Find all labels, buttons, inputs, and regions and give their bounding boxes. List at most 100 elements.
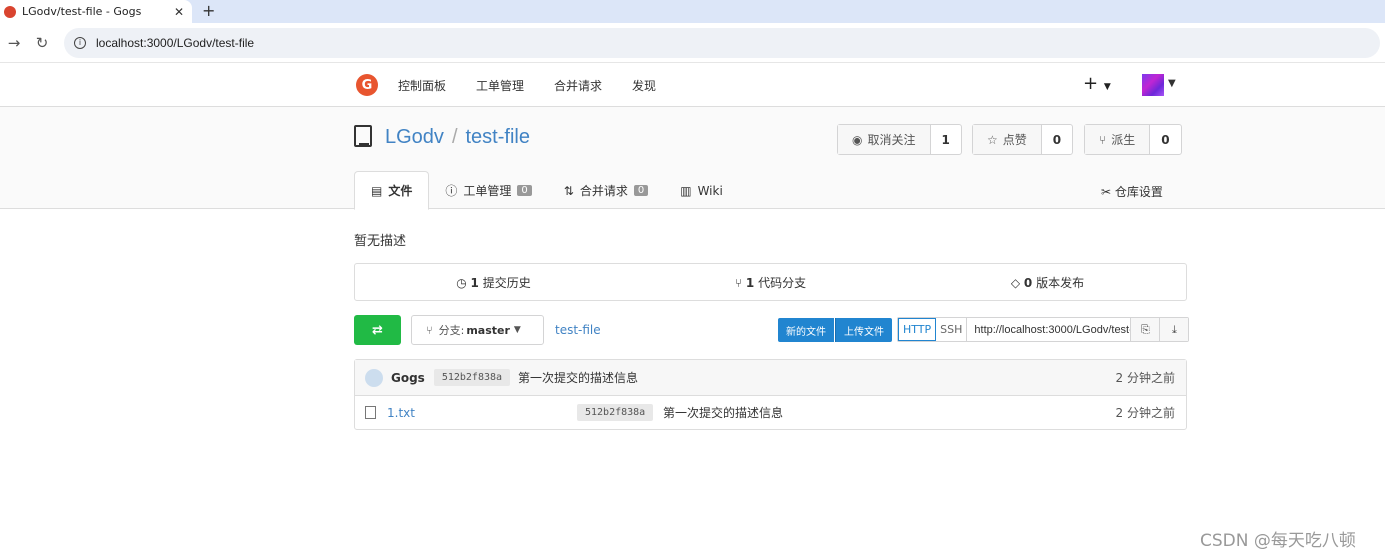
branch-name: master: [466, 323, 510, 337]
avatar[interactable]: [1142, 74, 1164, 96]
watermark: CSDN @每天吃八顿: [1200, 531, 1356, 551]
browser-toolbar: → ↻ i localhost:3000/LGodv/test-file: [0, 23, 1385, 63]
breadcrumb[interactable]: test-file: [555, 323, 601, 337]
unwatch-button-group: ◉ 取消关注 1: [837, 124, 962, 155]
repo-settings-link[interactable]: ✂ 仓库设置: [1101, 183, 1163, 200]
file-name-link[interactable]: 1.txt: [387, 406, 415, 420]
repo-owner-link[interactable]: LGodv: [385, 126, 444, 148]
star-count[interactable]: 0: [1042, 125, 1072, 154]
clone-panel: HTTP SSH http://localhost:3000/LGodv/tes…: [897, 317, 1190, 342]
fork-button[interactable]: ⑂ 派生: [1085, 125, 1151, 154]
pulls-count-badge: 0: [633, 185, 649, 196]
forward-icon[interactable]: →: [0, 34, 28, 52]
tab-issues-label: 工单管理: [463, 184, 512, 198]
commit-sha[interactable]: 512b2f838a: [433, 369, 511, 386]
download-icon[interactable]: ⤓: [1159, 318, 1189, 341]
fork-count[interactable]: 0: [1150, 125, 1180, 154]
issues-count-badge: 0: [517, 185, 532, 196]
repo-header: LGodv / test-file ◉ 取消关注 1 ☆ 点赞 0 ⑂ 派生 0 ▤ 文件…: [0, 107, 1385, 210]
branch-icon: ⑂: [734, 275, 743, 290]
info-circle-icon: ⓘ: [445, 184, 458, 198]
wrench-icon: ✂: [1101, 185, 1112, 199]
repo-tabs: ▤ 文件 ⓘ 工单管理 0 ⇅ 合并请求 0 ▥ Wiki: [354, 171, 739, 210]
eye-icon: ◉: [852, 132, 863, 147]
watch-count[interactable]: 1: [931, 125, 961, 154]
copy-icon[interactable]: ⎘: [1130, 318, 1160, 341]
commits-stat[interactable]: ◷ 1 提交历史: [355, 274, 632, 291]
branches-label: 代码分支: [758, 275, 807, 290]
repo-name-link[interactable]: test-file: [466, 126, 530, 148]
commit-message[interactable]: 第一次提交的描述信息: [518, 369, 638, 386]
tag-icon: ◇: [1010, 275, 1021, 290]
chevron-down-icon: ▼: [1103, 82, 1111, 92]
upload-file-button[interactable]: 上传文件: [835, 318, 892, 342]
star-button[interactable]: ☆ 点赞: [973, 125, 1042, 154]
gogs-favicon-icon: [4, 5, 16, 18]
plus-icon: +: [1083, 73, 1099, 94]
branches-count: 1: [745, 275, 755, 290]
tab-pulls-label: 合并请求: [579, 184, 628, 198]
tab-wiki[interactable]: ▥ Wiki: [664, 171, 739, 210]
tab-pulls[interactable]: ⇅ 合并请求 0: [548, 171, 664, 210]
file-commit-time: 2 分钟之前: [1115, 406, 1175, 420]
address-bar[interactable]: i localhost:3000/LGodv/test-file: [64, 27, 1380, 58]
latest-commit-row: Gogs 512b2f838a 第一次提交的描述信息 2 分钟之前: [355, 360, 1186, 396]
compare-button[interactable]: ⇄: [354, 315, 401, 345]
nav-issues[interactable]: 工单管理: [476, 77, 524, 94]
repo-book-icon: [354, 125, 372, 147]
branch-prefix: 分支:: [438, 324, 465, 337]
repo-settings-label: 仓库设置: [1114, 185, 1163, 199]
branch-dropdown[interactable]: ⑂ 分支: master ▼: [411, 315, 544, 345]
file-icon: [365, 406, 376, 419]
file-commit-message[interactable]: 第一次提交的描述信息: [663, 404, 783, 421]
unwatch-button[interactable]: ◉ 取消关注: [838, 125, 931, 154]
book-icon: ▥: [680, 183, 692, 198]
repo-title: LGodv / test-file: [385, 126, 530, 149]
main-nav: 控制面板 工单管理 合并请求 发现: [398, 77, 656, 94]
new-file-button[interactable]: 新的文件: [778, 318, 834, 342]
app-header: G 控制面板 工单管理 合并请求 发现 + ▼ ▼: [0, 63, 1385, 107]
site-info-icon[interactable]: i: [74, 36, 86, 49]
fork-icon: ⑂: [1099, 132, 1107, 147]
commit-author[interactable]: Gogs: [391, 371, 425, 385]
branches-stat[interactable]: ⑂ 1 代码分支: [632, 274, 909, 291]
file-commit-sha[interactable]: 512b2f838a: [577, 404, 654, 421]
branch-icon: ⑂: [426, 323, 433, 337]
clone-url-input[interactable]: http://localhost:3000/LGodv/test-file.gi…: [967, 318, 1130, 341]
browser-tabstrip: LGodv/test-file - Gogs ✕ +: [0, 0, 1385, 23]
browser-tab[interactable]: LGodv/test-file - Gogs ✕: [0, 0, 192, 23]
nav-pulls[interactable]: 合并请求: [554, 77, 602, 94]
table-row: 1.txt 512b2f838a 第一次提交的描述信息 2 分钟之前: [355, 396, 1186, 429]
close-icon[interactable]: ✕: [174, 5, 184, 19]
releases-label: 版本发布: [1036, 275, 1085, 290]
ssh-clone-button[interactable]: SSH: [936, 318, 968, 341]
gogs-logo-icon[interactable]: G: [356, 74, 378, 96]
nav-explore[interactable]: 发现: [632, 77, 656, 94]
commit-time: 2 分钟之前: [1115, 371, 1175, 385]
tab-issues[interactable]: ⓘ 工单管理 0: [429, 171, 547, 210]
unwatch-label: 取消关注: [867, 133, 916, 147]
releases-count: 0: [1023, 275, 1033, 290]
tab-wiki-label: Wiki: [697, 183, 723, 198]
author-avatar[interactable]: [365, 368, 383, 387]
compare-icon: ⇄: [372, 322, 383, 338]
chevron-down-icon: ▼: [513, 325, 521, 335]
file-table: Gogs 512b2f838a 第一次提交的描述信息 2 分钟之前 1.txt …: [354, 359, 1187, 430]
chevron-down-icon[interactable]: ▼: [1168, 78, 1176, 89]
tab-files[interactable]: ▤ 文件: [354, 171, 430, 210]
repo-description: 暂无描述: [354, 234, 407, 249]
repo-title-separator: /: [451, 126, 458, 148]
create-new-dropdown[interactable]: + ▼: [1083, 73, 1111, 94]
reload-icon[interactable]: ↻: [28, 34, 56, 52]
star-label: 点赞: [1002, 133, 1027, 147]
star-button-group: ☆ 点赞 0: [972, 124, 1074, 155]
http-clone-button[interactable]: HTTP: [898, 318, 937, 341]
nav-dashboard[interactable]: 控制面板: [398, 77, 446, 94]
fork-button-group: ⑂ 派生 0: [1084, 124, 1182, 155]
address-url[interactable]: localhost:3000/LGodv/test-file: [96, 36, 254, 50]
new-tab-icon[interactable]: +: [202, 1, 215, 20]
history-icon: ◷: [456, 275, 467, 290]
fork-label: 派生: [1111, 133, 1136, 147]
releases-stat[interactable]: ◇ 0 版本发布: [909, 274, 1186, 291]
star-icon: ☆: [987, 132, 998, 147]
